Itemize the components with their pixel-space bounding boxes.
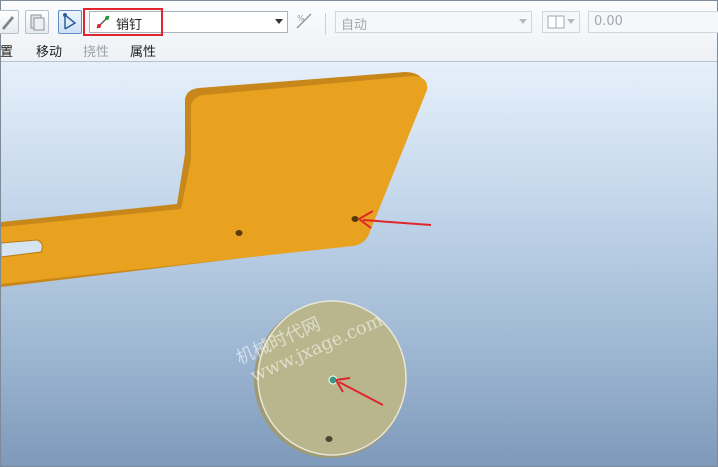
3d-viewport[interactable]: 机械时代网 www.jxage.com — [1, 62, 717, 466]
copy-icon — [30, 14, 45, 31]
chevron-down-icon — [275, 19, 283, 24]
edit-tool-button[interactable] — [0, 10, 19, 34]
toolbar: 销钉 % 自动 0.00 置 移动 挠性 属性 — [0, 1, 718, 62]
view-mode-select[interactable] — [542, 11, 580, 33]
offset-value: 0.00 — [594, 14, 623, 29]
offset-input[interactable]: 0.00 — [588, 11, 718, 33]
model-canvas[interactable] — [1, 62, 717, 466]
split-view-icon — [547, 15, 565, 29]
svg-text:%: % — [297, 14, 305, 23]
pin-hole — [351, 216, 359, 222]
flip-icon: % — [296, 13, 312, 29]
chevron-down-icon — [567, 19, 575, 24]
disk-center-hole — [328, 375, 338, 385]
auto-select-value: 自动 — [341, 18, 368, 33]
disk-hole — [325, 436, 333, 442]
flip-direction-button[interactable]: % — [293, 10, 317, 34]
connection-icon — [63, 13, 77, 30]
chevron-down-icon — [519, 19, 527, 24]
orange-link-part[interactable] — [1, 76, 428, 284]
auto-select[interactable]: 自动 — [335, 11, 532, 33]
tab-flex[interactable]: 挠性 — [83, 41, 109, 60]
tab-properties[interactable]: 属性 — [130, 41, 156, 60]
separator — [325, 13, 326, 35]
highlight-box — [83, 8, 163, 36]
hole — [235, 230, 243, 236]
connection-type-button[interactable] — [58, 10, 82, 34]
pencil-icon — [2, 16, 14, 30]
copy-button[interactable] — [25, 10, 49, 34]
tab-move[interactable]: 移动 — [36, 41, 62, 60]
label-partial: 置 — [0, 45, 14, 60]
